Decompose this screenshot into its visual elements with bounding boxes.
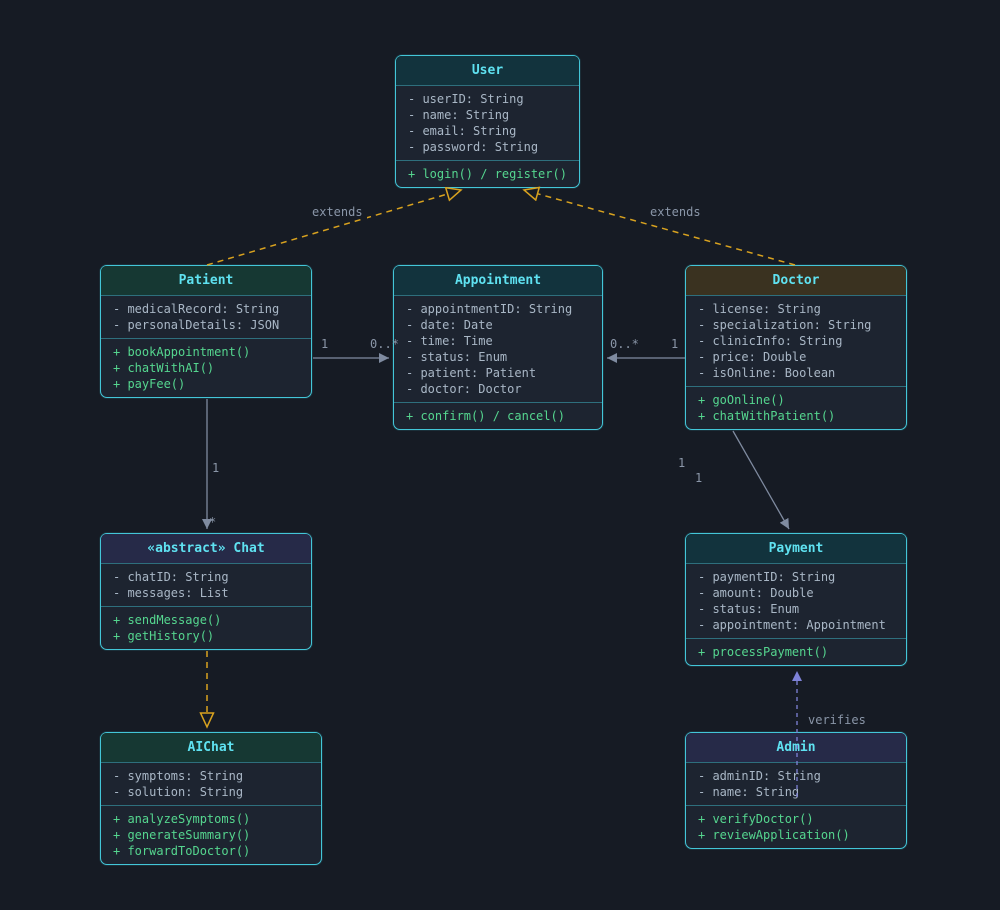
class-chat-attributes: - chatID: String - messages: List: [101, 564, 311, 606]
class-attribute: - solution: String: [113, 785, 244, 799]
edge-doctor-payment-association: [732, 430, 790, 530]
class-attribute: - isOnline: Boolean: [698, 366, 836, 380]
class-attribute: - messages: List: [113, 586, 229, 600]
class-method: + goOnline(): [698, 393, 785, 407]
class-doctor: Doctor - license: String - specializatio…: [685, 265, 907, 430]
class-attribute: - clinicInfo: String: [698, 334, 843, 348]
cardinality-patient-chat-to: *: [209, 515, 217, 529]
class-admin-title: Admin: [686, 733, 906, 763]
class-chat-methods: + sendMessage() + getHistory(): [101, 606, 311, 649]
cardinality-doctor-payment-from: 1: [678, 456, 686, 470]
edge-patient-user-inheritance: [206, 190, 461, 266]
class-method: + chatWithAI(): [113, 361, 215, 375]
class-user-methods: + login() / register(): [396, 160, 579, 187]
class-attribute: - date: Date: [406, 318, 493, 332]
class-method: + generateSummary(): [113, 828, 251, 842]
class-payment-title: Payment: [686, 534, 906, 564]
class-attribute: - appointment: Appointment: [698, 618, 886, 632]
class-patient-attributes: - medicalRecord: String - personalDetail…: [101, 296, 311, 338]
class-method: + analyzeSymptoms(): [113, 812, 251, 826]
class-attribute: - chatID: String: [113, 570, 229, 584]
class-method: + confirm() / cancel(): [406, 409, 565, 423]
class-attribute: - paymentID: String: [698, 570, 836, 584]
class-method: + verifyDoctor(): [698, 812, 814, 826]
class-appointment: Appointment - appointmentID: String - da…: [393, 265, 603, 430]
class-attribute: - patient: Patient: [406, 366, 537, 380]
class-payment-attributes: - paymentID: String - amount: Double - s…: [686, 564, 906, 638]
class-admin-methods: + verifyDoctor() + reviewApplication(): [686, 805, 906, 848]
class-method: + getHistory(): [113, 629, 215, 643]
class-admin-attributes: - adminID: String - name: String: [686, 763, 906, 805]
class-appointment-methods: + confirm() / cancel(): [394, 402, 602, 429]
class-user-attributes: - userID: String - name: String - email:…: [396, 86, 579, 160]
class-doctor-attributes: - license: String - specialization: Stri…: [686, 296, 906, 386]
class-attribute: - name: String: [698, 785, 800, 799]
class-attribute: - amount: Double: [698, 586, 814, 600]
class-method: + reviewApplication(): [698, 828, 850, 842]
edge-label-verifies: verifies: [804, 713, 870, 727]
class-attribute: - symptoms: String: [113, 769, 244, 783]
class-attribute: - status: Enum: [406, 350, 508, 364]
class-aichat-title: AIChat: [101, 733, 321, 763]
class-attribute: - name: String: [408, 108, 510, 122]
cardinality-doctor-appointment-from: 1: [671, 337, 679, 351]
class-payment-methods: + processPayment(): [686, 638, 906, 665]
class-method: + sendMessage(): [113, 613, 222, 627]
class-attribute: - userID: String: [408, 92, 524, 106]
class-doctor-methods: + goOnline() + chatWithPatient(): [686, 386, 906, 429]
cardinality-patient-appointment-to: 0..*: [370, 337, 399, 351]
class-doctor-title: Doctor: [686, 266, 906, 296]
class-attribute: - specialization: String: [698, 318, 872, 332]
class-chat-title: «abstract» Chat: [101, 534, 311, 564]
cardinality-doctor-appointment-to: 0..*: [610, 337, 639, 351]
edge-doctor-user-inheritance: [524, 190, 796, 266]
class-method: + bookAppointment(): [113, 345, 251, 359]
class-aichat-methods: + analyzeSymptoms() + generateSummary() …: [101, 805, 321, 864]
class-attribute: - email: String: [408, 124, 517, 138]
class-aichat: AIChat - symptoms: String - solution: St…: [100, 732, 322, 865]
edge-label-extends-left: extends: [308, 205, 367, 219]
class-chat: «abstract» Chat - chatID: String - messa…: [100, 533, 312, 650]
cardinality-doctor-payment-to: 1: [695, 471, 703, 485]
edge-label-extends-right: extends: [646, 205, 705, 219]
class-attribute: - time: Time: [406, 334, 493, 348]
class-attribute: - price: Double: [698, 350, 807, 364]
class-user-title: User: [396, 56, 579, 86]
class-patient-methods: + bookAppointment() + chatWithAI() + pay…: [101, 338, 311, 397]
class-attribute: - personalDetails: JSON: [113, 318, 280, 332]
class-attribute: - appointmentID: String: [406, 302, 573, 316]
cardinality-patient-chat-from: 1: [212, 461, 220, 475]
class-patient-title: Patient: [101, 266, 311, 296]
class-attribute: - medicalRecord: String: [113, 302, 280, 316]
class-method: + login() / register(): [408, 167, 567, 181]
class-appointment-attributes: - appointmentID: String - date: Date - t…: [394, 296, 602, 402]
class-payment: Payment - paymentID: String - amount: Do…: [685, 533, 907, 666]
class-aichat-attributes: - symptoms: String - solution: String: [101, 763, 321, 805]
class-method: + payFee(): [113, 377, 186, 391]
class-method: + forwardToDoctor(): [113, 844, 251, 858]
class-attribute: - adminID: String: [698, 769, 821, 783]
class-attribute: - status: Enum: [698, 602, 800, 616]
class-attribute: - license: String: [698, 302, 821, 316]
class-appointment-title: Appointment: [394, 266, 602, 296]
class-attribute: - doctor: Doctor: [406, 382, 522, 396]
class-user: User - userID: String - name: String - e…: [395, 55, 580, 188]
cardinality-patient-appointment-from: 1: [321, 337, 329, 351]
class-method: + processPayment(): [698, 645, 829, 659]
class-patient: Patient - medicalRecord: String - person…: [100, 265, 312, 398]
class-admin: Admin - adminID: String - name: String +…: [685, 732, 907, 849]
class-attribute: - password: String: [408, 140, 539, 154]
class-method: + chatWithPatient(): [698, 409, 836, 423]
uml-class-diagram: User - userID: String - name: String - e…: [0, 0, 1000, 910]
